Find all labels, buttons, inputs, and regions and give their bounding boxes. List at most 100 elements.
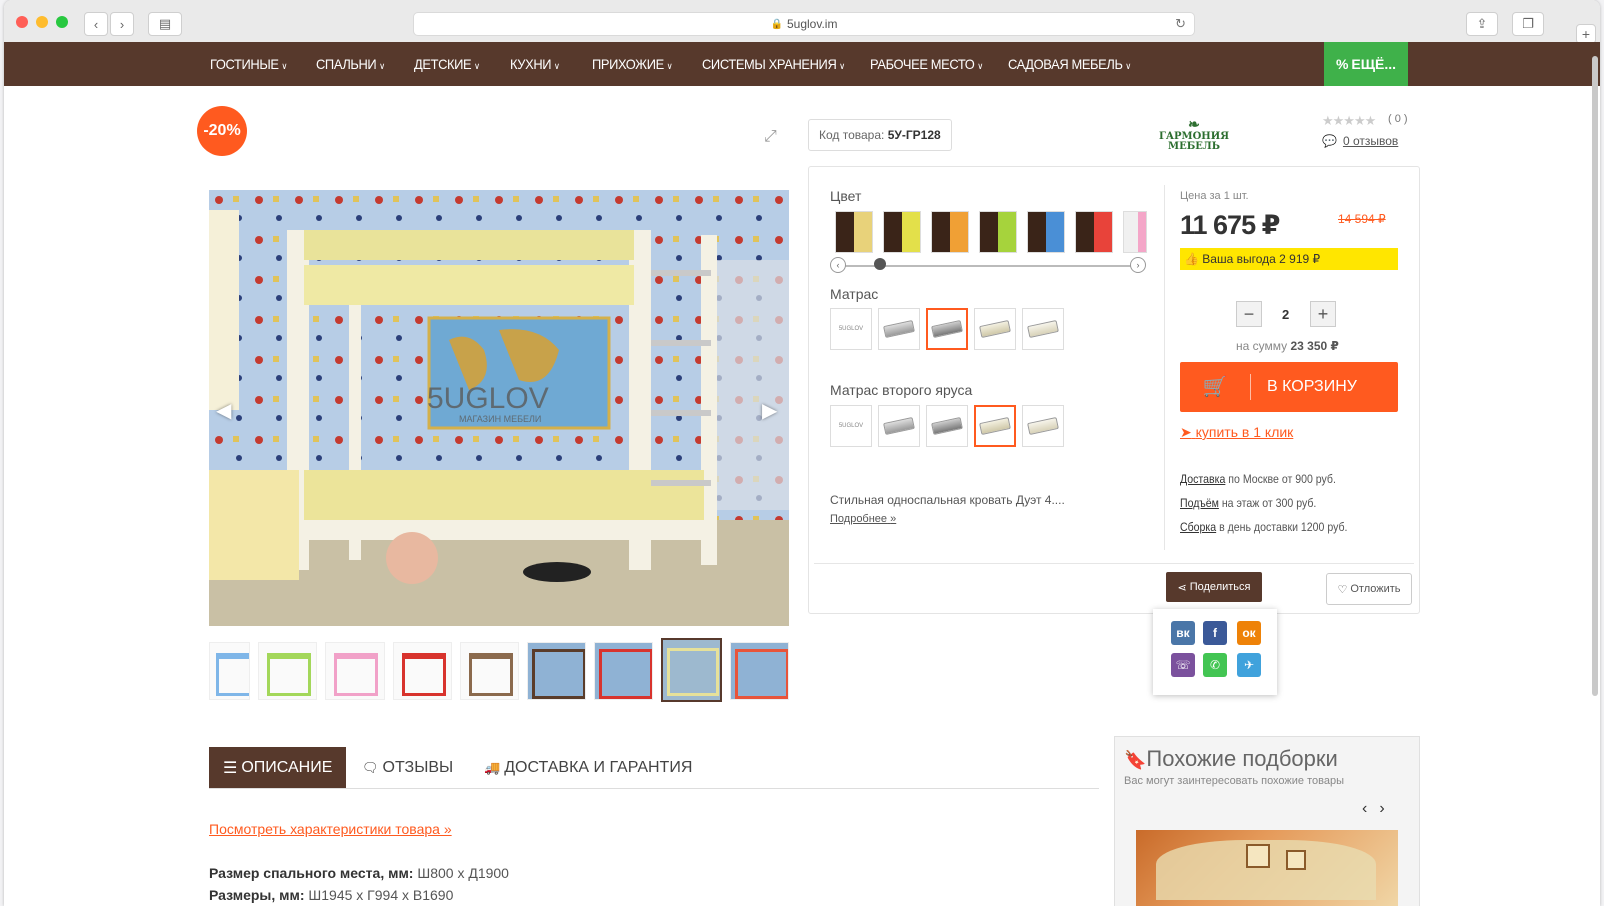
thumbnail[interactable]: [593, 642, 653, 700]
mattress-option-selected[interactable]: [926, 308, 968, 350]
mattress-label: Матрас: [830, 286, 879, 302]
color-swatch[interactable]: [980, 212, 1016, 252]
thumbnail-selected[interactable]: [660, 638, 722, 702]
mattress2-option-selected[interactable]: [974, 405, 1016, 447]
similar-nav: ‹›: [1362, 800, 1397, 818]
delivery-link[interactable]: Доставка: [1180, 472, 1225, 486]
color-swatch[interactable]: [1124, 212, 1146, 252]
sidebar-toggle-icon[interactable]: ▤: [148, 12, 182, 36]
mattress2-option[interactable]: [926, 405, 968, 447]
viber-icon[interactable]: ☏: [1171, 653, 1195, 677]
thumbnail[interactable]: [459, 642, 519, 700]
add-to-cart-button[interactable]: 🛒 В КОРЗИНУ: [1180, 362, 1398, 412]
nav-label: РАБОЧЕЕ МЕСТО: [870, 56, 975, 72]
similar-collection-image[interactable]: [1136, 830, 1398, 906]
minimize-window-button[interactable]: [36, 16, 48, 28]
color-swatch[interactable]: [932, 212, 968, 252]
mattress-option[interactable]: [974, 308, 1016, 350]
thumbnail[interactable]: [392, 642, 452, 700]
share-button[interactable]: ⋖ Поделиться: [1166, 572, 1262, 602]
mattress2-option-none[interactable]: 5UGLOV: [830, 405, 872, 447]
nav-more-button[interactable]: % ЕЩЁ...: [1324, 42, 1408, 86]
reviews-link[interactable]: 💬 0 отзывов: [1322, 134, 1398, 148]
thumbnail[interactable]: [209, 642, 251, 700]
gallery-next-icon[interactable]: ▶: [762, 398, 777, 423]
thumbnail[interactable]: [729, 642, 789, 700]
product-main-image[interactable]: 5UGLOV МАГАЗИН МЕБЕЛИ: [209, 190, 789, 626]
maximize-window-button[interactable]: [56, 16, 68, 28]
quantity-increase-button[interactable]: +: [1310, 301, 1336, 327]
mattress-option[interactable]: [878, 308, 920, 350]
chevron-right-icon[interactable]: ›: [1130, 257, 1146, 273]
tab-delivery[interactable]: 🚚 ДОСТАВКА И ГАРАНТИЯ: [484, 747, 692, 789]
dimensions-spec: Размеры, мм: Ш1945 х Г994 х В1690: [209, 887, 453, 903]
chevron-down-icon: ∨: [474, 61, 480, 71]
main-navigation: ГОСТИНЫЕ ∨ СПАЛЬНИ ∨ ДЕТСКИЕ ∨ КУХНИ ∨ ПРИХО…: [4, 42, 1600, 86]
nav-item-garden[interactable]: САДОВАЯ МЕБЕЛЬ ∨: [1008, 42, 1131, 86]
assembly-link[interactable]: Сборка: [1180, 520, 1216, 534]
close-window-button[interactable]: [16, 16, 28, 28]
characteristics-link[interactable]: Посмотреть характеристики товара »: [209, 821, 452, 837]
mattress2-label: Матрас второго яруса: [830, 382, 973, 398]
reload-icon[interactable]: ↻: [1175, 16, 1186, 32]
facebook-icon[interactable]: f: [1203, 621, 1227, 645]
color-swatch[interactable]: [884, 212, 920, 252]
tabs-overview-icon[interactable]: ❐: [1512, 12, 1544, 36]
tab-reviews[interactable]: 🗨 ОТЗЫВЫ: [362, 747, 453, 789]
share-popup: вк f ок ☏ ✆ ✈: [1153, 609, 1277, 695]
brand-logo[interactable]: ❧ ГАРМОНИЯ МЕБЕЛЬ: [1154, 118, 1234, 154]
facebook-icon-glyph: f: [1213, 626, 1217, 640]
mattress2-option[interactable]: [1022, 405, 1064, 447]
nav-item-bedrooms[interactable]: СПАЛЬНИ ∨: [316, 42, 385, 86]
url-text: 5uglov.im: [786, 17, 838, 31]
new-tab-icon[interactable]: +: [1576, 24, 1596, 44]
panel-divider: [1164, 185, 1165, 550]
thumbnail[interactable]: [258, 642, 318, 700]
chevron-down-icon: ∨: [1125, 61, 1131, 71]
page-scrollbar[interactable]: [1592, 56, 1598, 696]
nav-item-storage[interactable]: СИСТЕМЫ ХРАНЕНИЯ ∨: [702, 42, 845, 86]
bunk-bed-photo: 5UGLOV МАГАЗИН МЕБЕЛИ: [209, 190, 789, 626]
chevron-down-icon: ∨: [553, 61, 560, 71]
nav-label: САДОВАЯ МЕБЕЛЬ: [1008, 56, 1123, 72]
postpone-button[interactable]: ♡ Отложить: [1326, 573, 1412, 605]
fullscreen-icon[interactable]: ⤢: [764, 128, 777, 146]
color-swatch[interactable]: [1028, 212, 1064, 252]
nav-item-workplace[interactable]: РАБОЧЕЕ МЕСТО ∨: [870, 42, 983, 86]
whatsapp-icon[interactable]: ✆: [1203, 653, 1227, 677]
mattress2-option[interactable]: [878, 405, 920, 447]
color-swatch[interactable]: [1076, 212, 1112, 252]
share-icon[interactable]: ⇪: [1466, 12, 1498, 36]
sleep-size-spec: Размер спального места, мм: Ш800 х Д1900: [209, 865, 509, 881]
vk-icon-glyph: вк: [1176, 626, 1190, 640]
chevron-left-icon[interactable]: ‹: [1362, 800, 1379, 817]
mattress-option-none[interactable]: 5UGLOV: [830, 308, 872, 350]
back-button[interactable]: ‹: [84, 12, 108, 36]
chevron-right-icon[interactable]: ›: [1379, 800, 1396, 817]
quantity-value[interactable]: 2: [1282, 307, 1289, 322]
quantity-decrease-button[interactable]: −: [1236, 301, 1262, 327]
tab-description[interactable]: ☰ ОПИСАНИЕ: [209, 747, 347, 789]
leaf-icon: ❧: [1188, 117, 1200, 133]
odnoklassniki-icon[interactable]: ок: [1237, 621, 1261, 645]
telegram-icon[interactable]: ✈: [1237, 653, 1261, 677]
gallery-prev-icon[interactable]: ◀: [216, 398, 231, 423]
truck-icon: 🚚: [484, 760, 501, 775]
thumbnail[interactable]: [325, 642, 385, 700]
buy-one-click-link[interactable]: ➤ купить в 1 клик: [1180, 424, 1293, 441]
chevron-left-icon[interactable]: ‹: [830, 257, 846, 273]
total-sum: на сумму 23 350 ₽: [1236, 339, 1339, 353]
mattress-option[interactable]: [1022, 308, 1064, 350]
lift-link[interactable]: Подъём: [1180, 496, 1219, 510]
color-swatch[interactable]: [836, 212, 872, 252]
address-bar[interactable]: 🔒 5uglov.im ↻: [413, 12, 1195, 36]
more-link[interactable]: Подробнее »: [830, 513, 896, 525]
nav-item-living[interactable]: ГОСТИНЫЕ ∨: [210, 42, 287, 86]
forward-button[interactable]: ›: [110, 12, 134, 36]
thumbnail[interactable]: [526, 642, 586, 700]
color-scroll-thumb[interactable]: [874, 258, 886, 270]
nav-item-kids[interactable]: ДЕТСКИЕ ∨: [414, 42, 480, 86]
nav-item-kitchens[interactable]: КУХНИ ∨: [510, 42, 560, 86]
vk-icon[interactable]: вк: [1171, 621, 1195, 645]
nav-item-hallways[interactable]: ПРИХОЖИЕ ∨: [592, 42, 673, 86]
